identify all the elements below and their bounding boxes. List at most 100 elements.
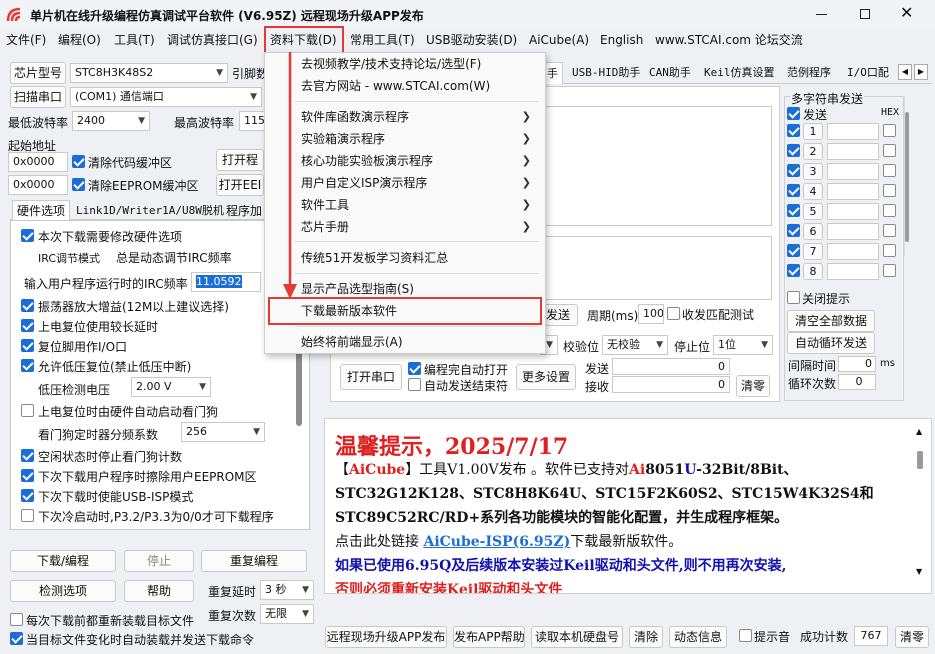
- port-select[interactable]: (COM1) 通信端口 ▼: [70, 87, 262, 107]
- row-send-checkbox[interactable]: [787, 204, 800, 217]
- close-prompt-checkbox[interactable]: [787, 291, 800, 304]
- menu-library-demo[interactable]: 软件库函数演示程序 ❯: [265, 106, 545, 128]
- row-hex-checkbox[interactable]: [883, 224, 896, 237]
- max-baud-select[interactable]: 1152: [239, 111, 265, 131]
- row-index-button[interactable]: 1: [803, 123, 823, 140]
- menu-custom-isp-demo[interactable]: 用户自定义ISP演示程序 ❯: [265, 172, 545, 194]
- lvd-select[interactable]: 2.00 V ▼: [131, 377, 211, 397]
- menu-debug[interactable]: 调试仿真接口(G): [167, 30, 258, 50]
- eeprom-address-input[interactable]: 0x0000: [8, 175, 68, 195]
- receive-area[interactable]: [540, 106, 772, 226]
- row-index-button[interactable]: 8: [803, 263, 823, 280]
- row-index-button[interactable]: 4: [803, 183, 823, 200]
- sound-checkbox[interactable]: [739, 629, 752, 642]
- tab-can[interactable]: CAN助手: [645, 62, 695, 84]
- row-string-input[interactable]: [827, 123, 879, 140]
- menu-file[interactable]: 文件(F): [6, 30, 46, 50]
- osc-gain-checkbox[interactable]: [21, 299, 34, 312]
- open-eeprom-button[interactable]: 打开EEI: [216, 174, 264, 196]
- menu-always-on-top[interactable]: 始终将前端显示(A): [265, 331, 545, 353]
- menu-program[interactable]: 编程(O): [58, 30, 101, 50]
- scroll-thumb[interactable]: [917, 451, 923, 469]
- period-input[interactable]: 100: [638, 304, 664, 324]
- irc-mode-value[interactable]: 总是动态调节IRC频率: [116, 249, 232, 266]
- row-string-input[interactable]: [827, 183, 879, 200]
- usb-isp-checkbox[interactable]: [21, 489, 34, 502]
- clear-count-bottom-button[interactable]: 清零: [895, 626, 929, 648]
- wdt-por-checkbox[interactable]: [21, 404, 34, 417]
- row-string-input[interactable]: [827, 243, 879, 260]
- lvr-checkbox[interactable]: [21, 359, 34, 372]
- remote-upgrade-button[interactable]: 远程现场升级APP发布: [325, 626, 447, 648]
- check-options-button[interactable]: 检测选项: [10, 580, 116, 602]
- open-program-button[interactable]: 打开程: [216, 149, 264, 171]
- row-index-button[interactable]: 7: [803, 243, 823, 260]
- repeat-program-button[interactable]: 重复编程: [201, 550, 307, 572]
- row-string-input[interactable]: [827, 223, 879, 240]
- row-send-checkbox[interactable]: [787, 124, 800, 137]
- menu-usb-driver[interactable]: USB驱动安装(D): [426, 30, 517, 50]
- scan-port-button[interactable]: 扫描串口: [10, 86, 66, 108]
- multi-scroll-thumb[interactable]: [905, 112, 909, 242]
- idle-wdt-checkbox[interactable]: [21, 449, 34, 462]
- row-index-button[interactable]: 6: [803, 223, 823, 240]
- modify-hw-checkbox[interactable]: [21, 229, 34, 242]
- repeat-delay-select[interactable]: 3 秒 ▼: [260, 580, 314, 600]
- download-program-button[interactable]: 下载/编程: [10, 550, 116, 572]
- min-baud-select[interactable]: 2400 ▼: [72, 111, 150, 131]
- menu-video-forum[interactable]: 去视频教学/技术支持论坛/选型(F): [265, 53, 545, 75]
- row-send-checkbox[interactable]: [787, 144, 800, 157]
- auto-open-checkbox[interactable]: [408, 362, 421, 375]
- send-all-checkbox[interactable]: [787, 107, 800, 120]
- match-test-checkbox[interactable]: [667, 307, 680, 320]
- por-delay-checkbox[interactable]: [21, 319, 34, 332]
- reset-io-checkbox[interactable]: [21, 339, 34, 352]
- row-hex-checkbox[interactable]: [883, 124, 896, 137]
- scroll-up-icon[interactable]: ▲: [916, 427, 922, 436]
- row-index-button[interactable]: 5: [803, 203, 823, 220]
- app-help-button[interactable]: 发布APP帮助: [453, 626, 525, 648]
- reload-each-checkbox[interactable]: [10, 613, 23, 626]
- send-area[interactable]: [540, 236, 772, 300]
- help-button[interactable]: 帮助: [124, 580, 194, 602]
- loop-count-input[interactable]: 0: [838, 374, 876, 390]
- irc-freq-input[interactable]: 11.0592: [191, 272, 261, 292]
- row-string-input[interactable]: [827, 143, 879, 160]
- row-hex-checkbox[interactable]: [883, 164, 896, 177]
- row-hex-checkbox[interactable]: [883, 204, 896, 217]
- clear-eeprom-checkbox[interactable]: [72, 178, 85, 191]
- row-index-button[interactable]: 2: [803, 143, 823, 160]
- menu-core-board-demo[interactable]: 核心功能实验板演示程序 ❯: [265, 150, 545, 172]
- clear-all-button[interactable]: 清空全部数据: [787, 310, 875, 332]
- row-send-checkbox[interactable]: [787, 244, 800, 257]
- stop-bit-select[interactable]: 1位 ▼: [713, 335, 773, 355]
- tab-hardware[interactable]: 硬件选项: [12, 200, 71, 220]
- auto-reload-checkbox[interactable]: [10, 632, 23, 645]
- auto-end-checkbox[interactable]: [408, 378, 421, 391]
- row-send-checkbox[interactable]: [787, 184, 800, 197]
- open-port-button[interactable]: 打开串口: [340, 364, 402, 390]
- row-send-checkbox[interactable]: [787, 164, 800, 177]
- notice-scrollbar[interactable]: ▲ ▼: [915, 427, 927, 591]
- menu-software-tools[interactable]: 软件工具 ❯: [265, 194, 545, 216]
- tab-program-encrypt[interactable]: 程序加: [226, 202, 262, 219]
- dynamic-info-button[interactable]: 动态信息: [669, 626, 727, 648]
- repeat-count-select[interactable]: 无限 ▼: [260, 604, 314, 624]
- more-settings-button[interactable]: 更多设置: [516, 364, 576, 390]
- code-address-input[interactable]: 0x0000: [8, 152, 68, 172]
- clear-count-button[interactable]: 清零: [736, 375, 770, 397]
- wdt-div-select[interactable]: 256 ▼: [181, 422, 265, 442]
- maximize-icon[interactable]: [860, 9, 870, 19]
- menu-aicube[interactable]: AiCube(A): [529, 30, 589, 50]
- read-disk-button[interactable]: 读取本机硬盘号: [531, 626, 623, 648]
- p32-checkbox[interactable]: [21, 509, 34, 522]
- row-send-checkbox[interactable]: [787, 224, 800, 237]
- scroll-down-icon[interactable]: ▼: [916, 567, 922, 576]
- stop-button[interactable]: 停止: [124, 550, 194, 572]
- row-index-button[interactable]: 3: [803, 163, 823, 180]
- chip-model-button[interactable]: 芯片型号: [10, 62, 66, 84]
- row-hex-checkbox[interactable]: [883, 264, 896, 277]
- chip-model-select[interactable]: STC8H3K48S2 ▼: [70, 63, 228, 83]
- row-string-input[interactable]: [827, 263, 879, 280]
- notice-download-link[interactable]: AiCube-ISP(6.95Z): [423, 534, 570, 550]
